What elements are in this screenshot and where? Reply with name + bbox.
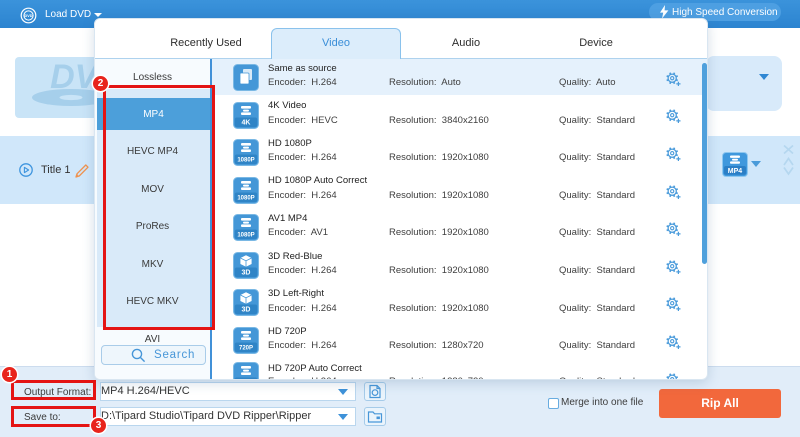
svg-text:MP4: MP4 bbox=[728, 168, 743, 175]
svg-text:1080P: 1080P bbox=[237, 158, 254, 164]
svg-text:DVD: DVD bbox=[24, 14, 32, 18]
svg-text:3D: 3D bbox=[242, 307, 251, 314]
svg-text:1080P: 1080P bbox=[237, 233, 254, 239]
svg-text:1080P: 1080P bbox=[237, 195, 254, 201]
svg-text:720P: 720P bbox=[239, 345, 253, 351]
svg-text:3D: 3D bbox=[242, 269, 251, 276]
svg-text:4K: 4K bbox=[242, 119, 251, 126]
